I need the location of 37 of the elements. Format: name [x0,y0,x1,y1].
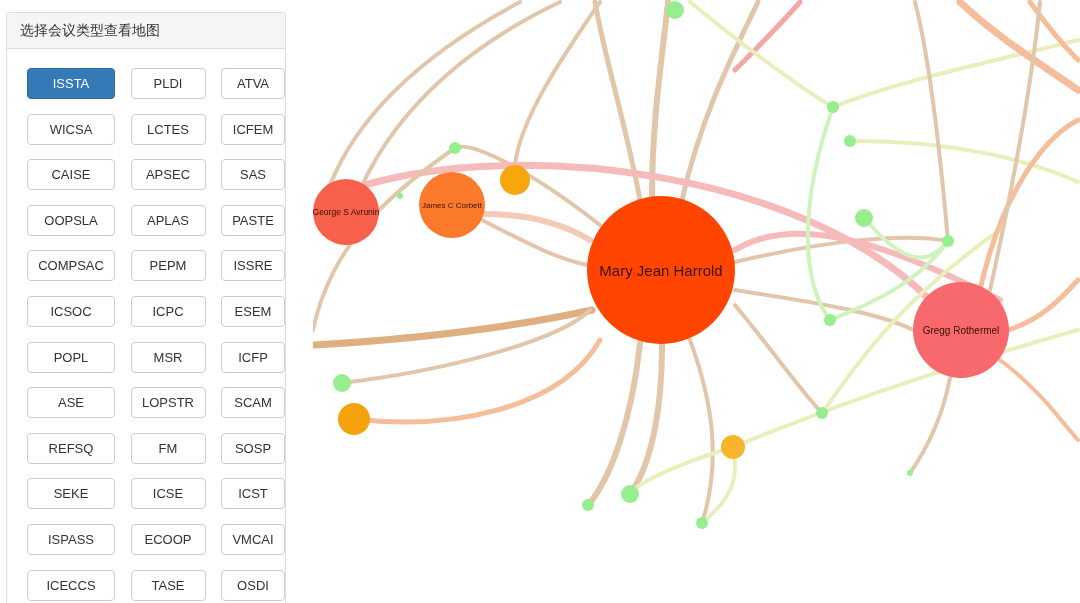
conference-button[interactable]: ASE [27,387,115,419]
conference-button[interactable]: LOPSTR [130,387,206,419]
conference-button[interactable]: ICECCS [27,569,115,601]
conference-button[interactable]: ICSE [130,478,206,510]
conference-button[interactable]: ESEM [221,295,285,327]
conference-button[interactable]: ECOOP [130,523,206,555]
conference-button[interactable]: MSR [130,341,206,373]
panel-title: 选择会议类型查看地图 [20,21,160,40]
conference-button[interactable]: PLDI [130,68,206,99]
conference-button[interactable]: FM [130,432,206,464]
conference-button[interactable]: REFSQ [27,432,115,464]
conference-button[interactable]: SCAM [221,387,285,419]
conference-button[interactable]: POPL [27,341,115,373]
conference-button[interactable]: CAISE [27,159,115,191]
conference-button[interactable]: APSEC [130,159,206,191]
conference-button[interactable]: OSDI [221,569,285,601]
conference-button[interactable]: ISSRE [221,250,285,282]
conference-button[interactable]: ICSOC [27,295,115,327]
conference-button[interactable]: PASTE [221,204,285,236]
conference-button[interactable]: LCTES [130,113,206,145]
conference-button[interactable]: ISPASS [27,523,115,555]
conference-button[interactable]: ISSTA [27,68,115,99]
conference-button[interactable]: WICSA [27,113,115,145]
conference-button[interactable]: ICPC [130,295,206,327]
conference-button[interactable]: ATVA [221,68,285,99]
conference-button[interactable]: ICFP [221,341,285,373]
conference-button[interactable]: SOSP [221,432,285,464]
conference-button[interactable]: PEPM [130,250,206,282]
conference-button[interactable]: ICST [221,478,285,510]
conference-button[interactable]: COMPSAC [27,250,115,282]
conference-button[interactable]: TASE [130,569,206,601]
conference-button[interactable]: ICFEM [221,113,285,145]
conference-button[interactable]: SAS [221,159,285,191]
conference-button[interactable]: SEKE [27,478,115,510]
conference-button[interactable]: OOPSLA [27,204,115,236]
conference-button[interactable]: VMCAI [221,523,285,555]
conference-button[interactable]: APLAS [130,204,206,236]
